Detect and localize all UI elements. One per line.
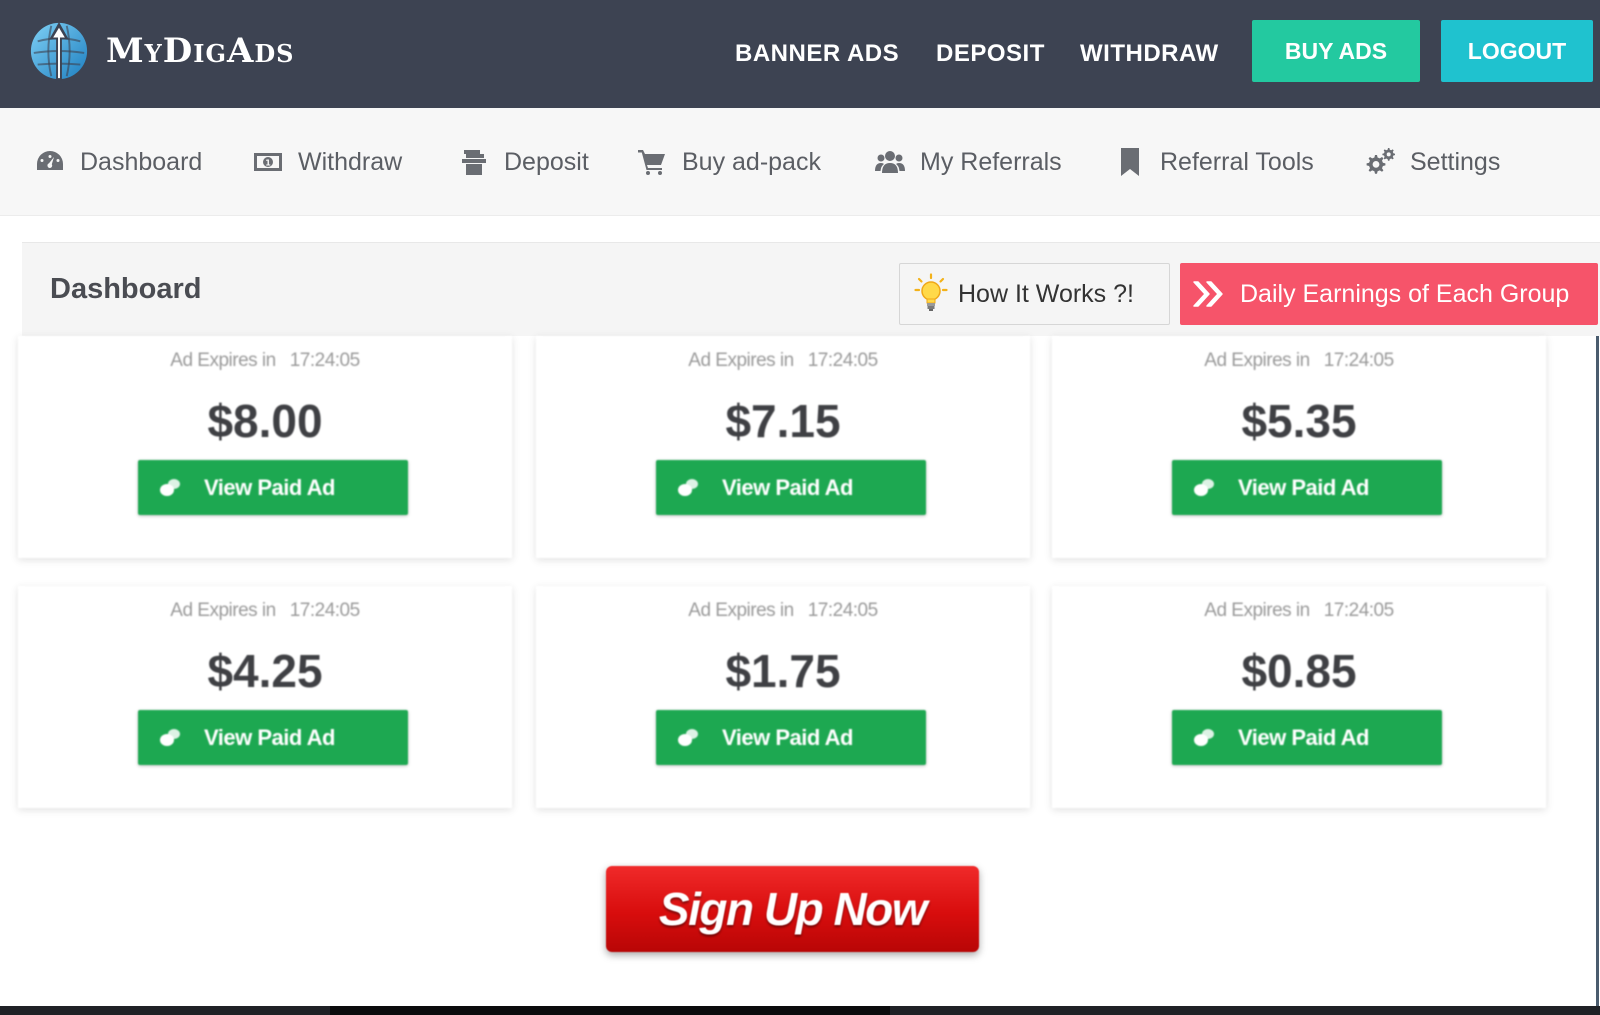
- subnav-dashboard[interactable]: Dashboard: [34, 108, 202, 216]
- subnav-dashboard-label: Dashboard: [80, 147, 203, 176]
- top-header: MyDigAds BANNER ADS DEPOSIT WITHDRAW BUY…: [0, 0, 1600, 108]
- money-bill-icon: 1: [254, 153, 282, 171]
- view-paid-ad-label: View Paid Ad: [204, 474, 335, 500]
- ad-expiry-label: Ad Expires in: [688, 600, 794, 621]
- coins-icon: [678, 478, 698, 496]
- ad-expiry: Ad Expires in 17:24:05: [18, 350, 512, 372]
- sign-up-now-button[interactable]: Sign Up Now: [606, 866, 979, 952]
- how-it-works-button[interactable]: How It Works ?!: [899, 263, 1170, 325]
- subnav-withdraw[interactable]: 1 Withdraw: [252, 108, 402, 216]
- subnav-withdraw-label: Withdraw: [298, 147, 403, 176]
- nav-banner-ads-label: BANNER ADS: [735, 40, 900, 67]
- subnav-settings[interactable]: Settings: [1364, 108, 1500, 216]
- subnav-buy-ad-pack[interactable]: Buy ad-pack: [636, 108, 821, 216]
- subnav-deposit[interactable]: Deposit: [458, 108, 589, 216]
- how-it-works-label: How It Works ?!: [958, 279, 1134, 308]
- horizontal-scrollbar[interactable]: [0, 1006, 1600, 1015]
- ad-expiry-label: Ad Expires in: [688, 350, 794, 371]
- daily-earnings-label: Daily Earnings of Each Group: [1240, 279, 1570, 308]
- subnav-my-referrals[interactable]: My Referrals: [874, 108, 1062, 216]
- ad-card: Ad Expires in 17:24:05 $1.75 View Paid Ad: [536, 586, 1030, 808]
- ad-expiry-label: Ad Expires in: [1204, 350, 1310, 371]
- view-paid-ad-button[interactable]: View Paid Ad: [656, 710, 926, 765]
- view-paid-ad-button[interactable]: View Paid Ad: [1172, 460, 1442, 515]
- ad-expiry-time: 17:24:05: [1323, 350, 1394, 371]
- view-paid-ad-button[interactable]: View Paid Ad: [656, 460, 926, 515]
- ad-expiry: Ad Expires in 17:24:05: [1052, 600, 1546, 622]
- view-paid-ad-button[interactable]: View Paid Ad: [138, 710, 408, 765]
- cart-icon: [638, 150, 665, 175]
- ad-expiry: Ad Expires in 17:24:05: [1052, 350, 1546, 372]
- logo-text: MyDigAds: [106, 31, 295, 71]
- coins-icon: [1194, 478, 1214, 496]
- nav-banner-ads[interactable]: BANNER ADS: [735, 0, 899, 108]
- ad-price: $8.00: [207, 395, 323, 447]
- site-logo[interactable]: MyDigAds: [28, 18, 295, 84]
- ad-expiry: Ad Expires in 17:24:05: [536, 350, 1030, 372]
- ad-price: $0.85: [1241, 645, 1357, 697]
- view-paid-ad-button[interactable]: View Paid Ad: [1172, 710, 1442, 765]
- ad-expiry-label: Ad Expires in: [170, 350, 276, 371]
- ad-price: $1.75: [725, 645, 841, 697]
- nav-deposit[interactable]: DEPOSIT: [936, 0, 1045, 108]
- nav-withdraw-label: WITHDRAW: [1080, 40, 1219, 67]
- view-paid-ad-label: View Paid Ad: [1238, 474, 1369, 500]
- ad-card: Ad Expires in 17:24:05 $0.85 View Paid Ad: [1052, 586, 1546, 808]
- daily-earnings-button[interactable]: Daily Earnings of Each Group: [1180, 263, 1598, 325]
- subnav-referral-tools-label: Referral Tools: [1160, 147, 1314, 176]
- ad-card: Ad Expires in 17:24:05 $8.00 View Paid Ad: [18, 336, 512, 558]
- view-paid-ad-label: View Paid Ad: [722, 724, 853, 750]
- bookmark-icon: [1121, 148, 1139, 176]
- deposit-icon: [462, 150, 486, 175]
- ad-card: Ad Expires in 17:24:05 $7.15 View Paid Ad: [536, 336, 1030, 558]
- ad-price: $4.25: [207, 645, 323, 697]
- ad-price: $5.35: [1241, 395, 1357, 447]
- ad-expiry-time: 17:24:05: [289, 600, 360, 621]
- ad-expiry-label: Ad Expires in: [170, 600, 276, 621]
- coins-icon: [1194, 728, 1214, 746]
- ad-expiry: Ad Expires in 17:24:05: [536, 600, 1030, 622]
- nav-withdraw[interactable]: WITHDRAW: [1080, 0, 1219, 108]
- dashboard-gauge-icon: [37, 151, 63, 170]
- ad-expiry-time: 17:24:05: [1323, 600, 1394, 621]
- view-paid-ad-label: View Paid Ad: [722, 474, 853, 500]
- ad-expiry-label: Ad Expires in: [1204, 600, 1310, 621]
- subnav-buy-ad-pack-label: Buy ad-pack: [682, 147, 821, 176]
- ad-card: Ad Expires in 17:24:05 $4.25 View Paid Ad: [18, 586, 512, 808]
- view-paid-ad-button[interactable]: View Paid Ad: [138, 460, 408, 515]
- users-icon: [875, 151, 905, 173]
- buy-ads-button[interactable]: BUY ADS: [1252, 20, 1420, 82]
- coins-icon: [160, 478, 180, 496]
- logout-button[interactable]: LOGOUT: [1441, 20, 1593, 82]
- page-title: Dashboard: [50, 273, 202, 305]
- view-paid-ad-label: View Paid Ad: [204, 724, 335, 750]
- logo-globe-icon: [30, 21, 88, 81]
- svg-text:1: 1: [265, 159, 271, 168]
- subnav-referral-tools[interactable]: Referral Tools: [1114, 108, 1314, 216]
- ad-expiry-time: 17:24:05: [807, 600, 878, 621]
- sub-navigation: Dashboard 1 Withdraw Deposit Buy ad-pack…: [0, 108, 1600, 216]
- coins-icon: [678, 728, 698, 746]
- ad-expiry-time: 17:24:05: [289, 350, 360, 371]
- gears-icon: [1366, 148, 1395, 174]
- subnav-my-referrals-label: My Referrals: [920, 147, 1062, 176]
- view-paid-ad-label: View Paid Ad: [1238, 724, 1369, 750]
- ad-expiry-time: 17:24:05: [807, 350, 878, 371]
- double-chevron-right-icon: [1193, 281, 1223, 307]
- lightbulb-icon: [914, 273, 948, 311]
- dashboard-header: Dashboard How It Works ?! Daily Earnings…: [22, 242, 1600, 336]
- scrollbar-track[interactable]: [1596, 336, 1599, 1006]
- scrollbar-thumb[interactable]: [330, 1006, 890, 1015]
- subnav-deposit-label: Deposit: [504, 147, 589, 176]
- nav-deposit-label: DEPOSIT: [936, 40, 1045, 67]
- subnav-settings-label: Settings: [1410, 147, 1501, 176]
- ad-price: $7.15: [725, 395, 841, 447]
- ad-expiry: Ad Expires in 17:24:05: [18, 600, 512, 622]
- coins-icon: [160, 728, 180, 746]
- ad-card: Ad Expires in 17:24:05 $5.35 View Paid Ad: [1052, 336, 1546, 558]
